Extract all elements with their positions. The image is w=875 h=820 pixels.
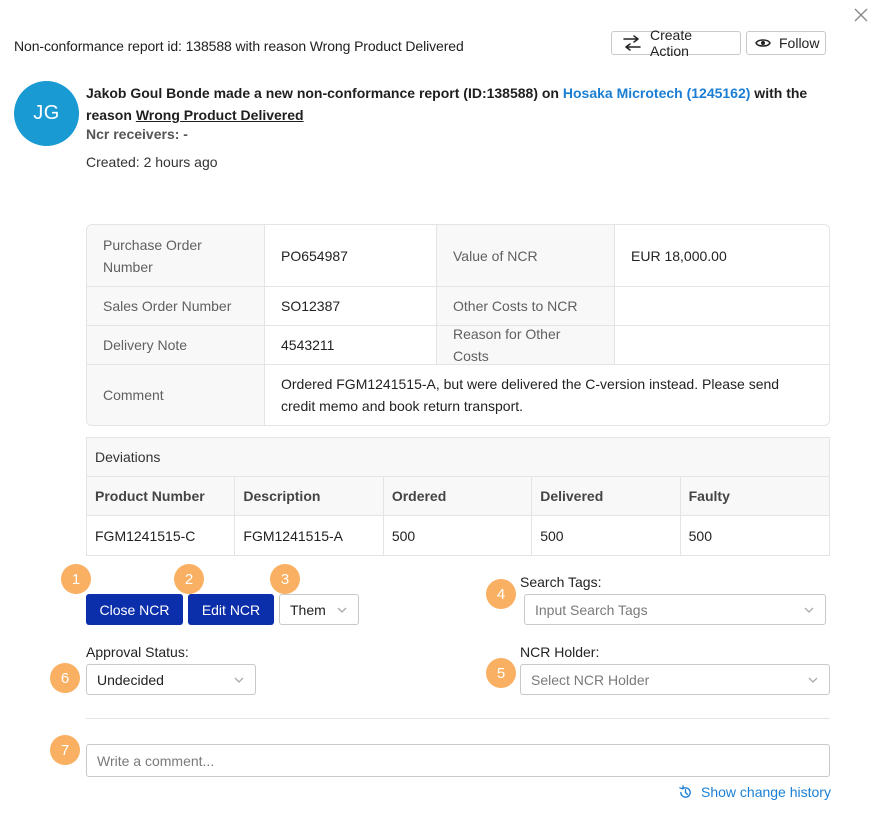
column-header: Ordered [384,477,533,515]
column-header: Product Number [87,477,236,515]
reason-other-value [615,326,829,364]
ncr-receivers: Ncr receivers: - [86,126,188,142]
delivery-value: 4543211 [265,326,437,364]
ncr-holder-select[interactable]: Select NCR Holder [520,664,830,695]
column-header: Faulty [688,488,730,504]
comment-input[interactable] [86,744,830,777]
created-time: Created: 2 hours ago [86,154,218,170]
history-icon [678,784,693,800]
reason-link[interactable]: Wrong Product Delivered [136,107,304,123]
intro-prefix: Jakob Goul Bonde made a new non-conforma… [86,85,563,101]
create-action-label: Create Action [650,27,693,59]
value-value: EUR 18,000.00 [615,225,829,286]
po-value: PO654987 [265,225,437,286]
step-badge-6: 6 [50,663,80,693]
step-badge-2: 2 [174,564,204,594]
search-tags-select[interactable]: Input Search Tags [524,594,826,625]
close-ncr-button[interactable]: Close NCR [86,594,183,625]
info-row: Delivery Note 4543211 Reason for Other C… [87,326,829,365]
column-header: Description [235,477,384,515]
info-row: Sales Order Number SO12387 Other Costs t… [87,287,829,326]
other-costs-value [615,287,829,325]
deviations-table: Deviations Product Number Description Or… [86,437,830,556]
approval-status-value: Undecided [97,671,164,688]
reason-other-label: Reason for Other Costs [437,326,615,364]
ncr-holder-label: NCR Holder: [520,644,600,660]
step-badge-5: 5 [486,658,516,688]
theme-select[interactable]: Them [279,594,359,625]
step-badge-3: 3 [270,564,300,594]
deviations-header-row: Product Number Description Ordered Deliv… [87,477,829,516]
approval-status-select[interactable]: Undecided [86,664,256,695]
column-header: Delivered [532,477,681,515]
show-change-history-label: Show change history [701,784,831,800]
table-cell: FGM1241515-A [235,516,384,555]
comment-value: Ordered FGM1241515-A, but were delivered… [265,365,829,425]
step-badge-7: 7 [50,735,80,765]
table-cell: 500 [688,527,712,544]
delivery-label: Delivery Note [87,326,265,364]
transfer-arrows-icon [622,35,642,51]
chevron-down-icon [804,607,814,613]
approval-status-label: Approval Status: [86,644,189,660]
close-icon[interactable] [852,6,870,24]
chevron-down-icon [337,607,347,613]
avatar: JG [14,81,79,146]
po-label: Purchase Order Number [87,225,265,286]
show-change-history-link[interactable]: Show change history [678,784,831,800]
follow-label: Follow [779,35,820,51]
ncr-info-table: Purchase Order Number PO654987 Value of … [86,224,830,426]
deviations-caption: Deviations [87,438,829,477]
create-action-button[interactable]: Create Action [611,27,741,59]
comment-label: Comment [87,365,265,425]
edit-ncr-button[interactable]: Edit NCR [188,594,274,625]
table-row: FGM1241515-C FGM1241515-A 500 500 500 [87,516,829,555]
info-row: Purchase Order Number PO654987 Value of … [87,225,829,287]
report-title: Non-conformance report id: 138588 with r… [14,38,464,54]
chevron-down-icon [808,677,818,683]
theme-select-value: Them [290,601,326,618]
table-cell: FGM1241515-C [87,516,236,555]
chevron-down-icon [234,677,244,683]
report-intro: Jakob Goul Bonde made a new non-conforma… [86,82,826,126]
info-row: Comment Ordered FGM1241515-A, but were d… [87,365,829,425]
search-tags-label: Search Tags: [520,574,602,590]
other-costs-label: Other Costs to NCR [437,287,615,325]
table-cell: 500 [384,516,533,555]
ncr-holder-placeholder: Select NCR Holder [531,671,650,688]
search-tags-placeholder: Input Search Tags [535,601,648,618]
step-badge-1: 1 [61,564,91,594]
value-label: Value of NCR [437,225,615,286]
so-value: SO12387 [265,287,437,325]
company-link[interactable]: Hosaka Microtech (1245162) [563,85,751,101]
eye-icon [755,37,771,49]
so-label: Sales Order Number [87,287,265,325]
table-cell: 500 [532,516,681,555]
follow-button[interactable]: Follow [746,31,826,55]
step-badge-4: 4 [486,579,516,609]
divider [86,718,830,719]
